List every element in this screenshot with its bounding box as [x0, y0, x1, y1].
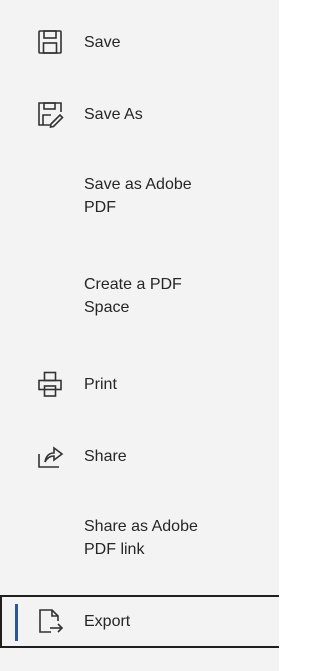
menu-item-export-label: Export: [84, 613, 131, 630]
menu-item-share-adobe-pdf-link[interactable]: Share as Adobe PDF link: [0, 504, 279, 574]
menu-item-save-as-adobe-pdf-label-line2: PDF: [84, 199, 116, 216]
menu-item-share-label: Share: [84, 448, 127, 465]
menu-item-share-adobe-pdf-link-label-line1: Share as Adobe: [84, 518, 198, 535]
selected-indicator: [15, 604, 18, 641]
share-icon: [36, 442, 64, 470]
menu-item-create-pdf-space-label-line2: Space: [84, 299, 130, 316]
window-edge: [279, 0, 286, 671]
save-as-icon: [36, 100, 64, 128]
menu-item-save[interactable]: Save: [0, 16, 279, 68]
menu-item-save-as-label: Save As: [84, 106, 143, 123]
menu-item-export[interactable]: Export: [0, 595, 279, 648]
menu-item-share[interactable]: Share: [0, 430, 279, 482]
menu-item-save-as-adobe-pdf[interactable]: Save as Adobe PDF: [0, 162, 279, 232]
menu-item-save-as-adobe-pdf-label-line1: Save as Adobe: [84, 176, 192, 193]
menu-item-share-adobe-pdf-link-label-line2: PDF link: [84, 541, 145, 558]
save-icon: [36, 28, 64, 56]
menu-item-save-label: Save: [84, 34, 121, 51]
menu-item-create-pdf-space[interactable]: Create a PDF Space: [0, 262, 279, 332]
menu-item-save-as[interactable]: Save As: [0, 88, 279, 140]
export-icon: [36, 607, 64, 635]
file-menu-panel: Save Save As Save as Adobe PDF Create a …: [0, 0, 279, 671]
menu-item-print[interactable]: Print: [0, 358, 279, 410]
menu-item-print-label: Print: [84, 376, 117, 393]
printer-icon: [36, 370, 64, 398]
menu-item-create-pdf-space-label-line1: Create a PDF: [84, 276, 182, 293]
